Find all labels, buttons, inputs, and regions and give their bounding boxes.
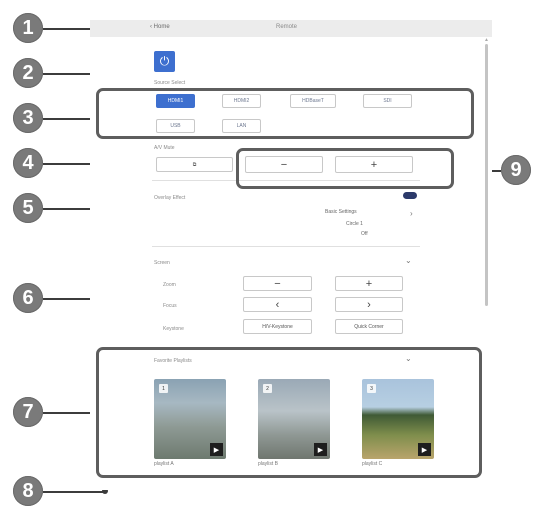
- av-mute-icon: ⧉: [192, 161, 197, 168]
- leader-line-8: [43, 491, 105, 493]
- power-button[interactable]: ⏻: [154, 51, 175, 72]
- highlight-favorite-playlists: [96, 347, 482, 478]
- leader-line-7: [43, 412, 96, 414]
- overlay-chevron-right-icon[interactable]: ›: [410, 209, 413, 218]
- callout-5: 5: [13, 193, 43, 223]
- zoom-in-button[interactable]: +: [335, 276, 403, 291]
- av-mute-button[interactable]: ⧉: [156, 157, 233, 172]
- zoom-out-button[interactable]: −: [243, 276, 312, 291]
- overlay-effect-label: Overlay Effect: [154, 195, 186, 201]
- scrollbar[interactable]: [485, 44, 488, 306]
- callout-6: 6: [13, 283, 43, 313]
- callout-9: 9: [501, 155, 531, 185]
- callout-2: 2: [13, 58, 43, 88]
- screen-chevron-down-icon[interactable]: ⌄: [405, 256, 412, 265]
- overlay-circle: Circle 1: [346, 221, 363, 227]
- leader-line-3: [43, 118, 97, 120]
- hv-keystone-button[interactable]: H/V-Keystone: [243, 319, 312, 334]
- callout-1: 1: [13, 13, 43, 43]
- scroll-up-arrow-icon[interactable]: ▲: [484, 37, 489, 43]
- back-button[interactable]: ‹ Home: [150, 24, 170, 30]
- callout-7: 7: [13, 397, 43, 427]
- highlight-volume-buttons: [236, 148, 454, 189]
- callout-8: 8: [13, 476, 43, 506]
- quick-corner-button[interactable]: Quick Corner: [335, 319, 403, 334]
- overlay-toggle[interactable]: [403, 192, 417, 199]
- highlight-source-buttons: [96, 88, 474, 139]
- av-mute-label: A/V Mute: [154, 145, 175, 151]
- back-label: Home: [153, 24, 170, 30]
- callout-4: 4: [13, 148, 43, 178]
- divider: [152, 246, 420, 247]
- top-bar: ‹ Home Remote: [90, 20, 492, 37]
- focus-near-button[interactable]: ‹: [243, 297, 312, 312]
- page-title: Remote: [276, 24, 298, 30]
- screen-label: Screen: [154, 260, 170, 266]
- zoom-label: Zoom: [163, 282, 176, 288]
- source-select-label: Source Select: [154, 80, 186, 86]
- overlay-basic-settings: Basic Settings: [325, 209, 357, 215]
- callout-3: 3: [13, 103, 43, 133]
- power-icon: ⏻: [159, 54, 170, 68]
- focus-far-button[interactable]: ›: [335, 297, 403, 312]
- focus-label: Focus: [163, 303, 177, 309]
- keystone-label: Keystone: [163, 326, 184, 332]
- overlay-state: Off: [361, 231, 368, 237]
